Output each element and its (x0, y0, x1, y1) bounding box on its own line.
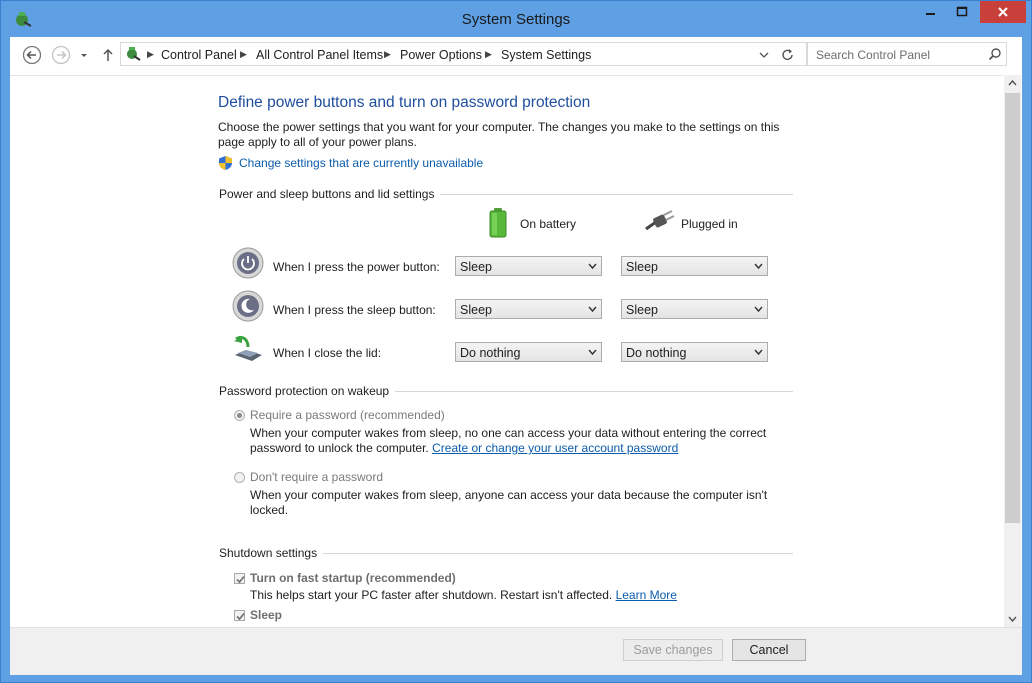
breadcrumb-all-items[interactable]: All Control Panel Items (256, 48, 383, 62)
laptop-lid-icon (234, 335, 262, 361)
breadcrumb-control-panel[interactable]: Control Panel (161, 48, 237, 62)
chevron-down-icon (754, 263, 763, 270)
settings-content: Define power buttons and turn on passwor… (10, 75, 1003, 628)
search-input[interactable]: Search Control Panel (807, 42, 1007, 66)
fast-startup-desc: This helps start your PC faster after sh… (250, 588, 677, 603)
select-value: Sleep (626, 303, 658, 317)
forward-button[interactable] (51, 45, 71, 65)
breadcrumb-separator-icon: ▶ (384, 49, 391, 59)
chevron-down-icon (588, 306, 597, 313)
fast-startup-checkbox[interactable] (234, 573, 245, 584)
create-password-link[interactable]: Create or change your user account passw… (432, 441, 678, 455)
require-password-desc-line2: password to unlock the computer. Create … (250, 441, 678, 456)
power-plug-icon (645, 210, 675, 231)
power-button-icon (232, 247, 264, 279)
back-arrow-icon (22, 45, 42, 65)
select-value: Do nothing (460, 346, 521, 360)
address-history-chevron-icon[interactable] (758, 49, 770, 61)
fast-startup-desc-text: This helps start your PC faster after sh… (250, 588, 613, 602)
search-icon[interactable] (988, 47, 1002, 61)
title-bar[interactable]: System Settings (1, 1, 1031, 37)
close-icon (998, 7, 1008, 17)
up-arrow-icon (103, 48, 113, 61)
search-placeholder: Search Control Panel (816, 48, 931, 62)
close-lid-label: When I close the lid: (273, 346, 382, 360)
select-value: Sleep (460, 260, 492, 274)
dialog-footer: Save changes Cancel (10, 627, 1022, 675)
intro-text-line2: page apply to all of your power plans. (218, 135, 417, 149)
no-password-radio[interactable] (234, 472, 245, 483)
maximize-icon (956, 6, 968, 17)
scroll-down-icon[interactable] (1008, 615, 1017, 623)
breadcrumb-separator-icon: ▶ (240, 49, 247, 59)
maximize-button[interactable] (947, 1, 977, 23)
shutdown-section-title: Shutdown settings (219, 546, 324, 560)
require-password-desc-text: password to unlock the computer. (250, 441, 429, 455)
chevron-down-icon (754, 306, 763, 313)
breadcrumb-separator-icon: ▶ (147, 49, 154, 59)
select-value: Sleep (460, 303, 492, 317)
no-password-desc-line1: When your computer wakes from sleep, any… (250, 488, 768, 502)
on-battery-header: On battery (520, 217, 577, 231)
select-value: Do nothing (626, 346, 687, 360)
vertical-scrollbar[interactable] (1004, 75, 1021, 627)
select-value: Sleep (626, 260, 658, 274)
checkmark-icon (236, 575, 245, 584)
power-button-label: When I press the power button: (273, 260, 440, 274)
fast-startup-label: Turn on fast startup (recommended) (250, 571, 456, 585)
save-changes-button[interactable]: Save changes (623, 639, 723, 661)
window-title: System Settings (461, 11, 571, 28)
chevron-down-icon (81, 54, 87, 57)
password-section-title: Password protection on wakeup (219, 384, 396, 398)
recent-pages-button[interactable] (78, 45, 90, 65)
scroll-up-icon[interactable] (1008, 79, 1017, 87)
minimize-button[interactable] (916, 1, 946, 23)
close-button[interactable] (980, 1, 1026, 23)
page-title: Define power buttons and turn on passwor… (218, 94, 591, 111)
change-settings-link[interactable]: Change settings that are currently unava… (239, 156, 483, 171)
chevron-down-icon (588, 349, 597, 356)
breadcrumb[interactable]: ▶ Control Panel ▶ All Control Panel Item… (120, 42, 807, 66)
learn-more-link[interactable]: Learn More (616, 588, 677, 602)
forward-arrow-icon (51, 45, 71, 65)
power-button-plugged-select[interactable]: Sleep (621, 256, 768, 276)
control-panel-icon (127, 47, 141, 61)
cancel-button[interactable]: Cancel (732, 639, 806, 661)
up-button[interactable] (98, 45, 118, 65)
buttons-section-title: Power and sleep buttons and lid settings (219, 187, 441, 201)
require-password-desc-line1: When your computer wakes from sleep, no … (250, 426, 767, 440)
sleep-button-plugged-select[interactable]: Sleep (621, 299, 768, 319)
checkmark-icon (236, 612, 245, 621)
refresh-icon[interactable] (780, 47, 796, 63)
uac-shield-icon (219, 156, 232, 170)
address-bar: ▶ Control Panel ▶ All Control Panel Item… (10, 37, 1022, 75)
power-button-battery-select[interactable]: Sleep (455, 256, 602, 276)
close-lid-battery-select[interactable]: Do nothing (455, 342, 602, 362)
intro-text-line1: Choose the power settings that you want … (218, 120, 780, 134)
require-password-radio[interactable] (234, 410, 245, 421)
battery-icon (489, 208, 507, 238)
close-lid-plugged-select[interactable]: Do nothing (621, 342, 768, 362)
scrollbar-thumb[interactable] (1005, 93, 1020, 523)
plugged-in-header: Plugged in (681, 217, 738, 231)
back-button[interactable] (22, 45, 42, 65)
window-frame: System Settings ▶ Control Panel ▶ All Co… (0, 0, 1032, 683)
no-password-label: Don't require a password (250, 470, 384, 484)
require-password-label: Require a password (recommended) (250, 408, 445, 422)
breadcrumb-separator-icon: ▶ (485, 49, 492, 59)
sleep-checkbox[interactable] (234, 610, 245, 621)
breadcrumb-power-options[interactable]: Power Options (400, 48, 482, 62)
no-password-desc-line2: locked. (250, 503, 289, 517)
sleep-label: Sleep (250, 608, 283, 622)
chevron-down-icon (754, 349, 763, 356)
breadcrumb-system-settings[interactable]: System Settings (501, 48, 591, 62)
chevron-down-icon (588, 263, 597, 270)
sleep-button-icon (232, 290, 264, 322)
minimize-icon (926, 13, 935, 15)
client-area: ▶ Control Panel ▶ All Control Panel Item… (10, 37, 1022, 675)
sleep-button-label: When I press the sleep button: (273, 303, 436, 317)
sleep-button-battery-select[interactable]: Sleep (455, 299, 602, 319)
